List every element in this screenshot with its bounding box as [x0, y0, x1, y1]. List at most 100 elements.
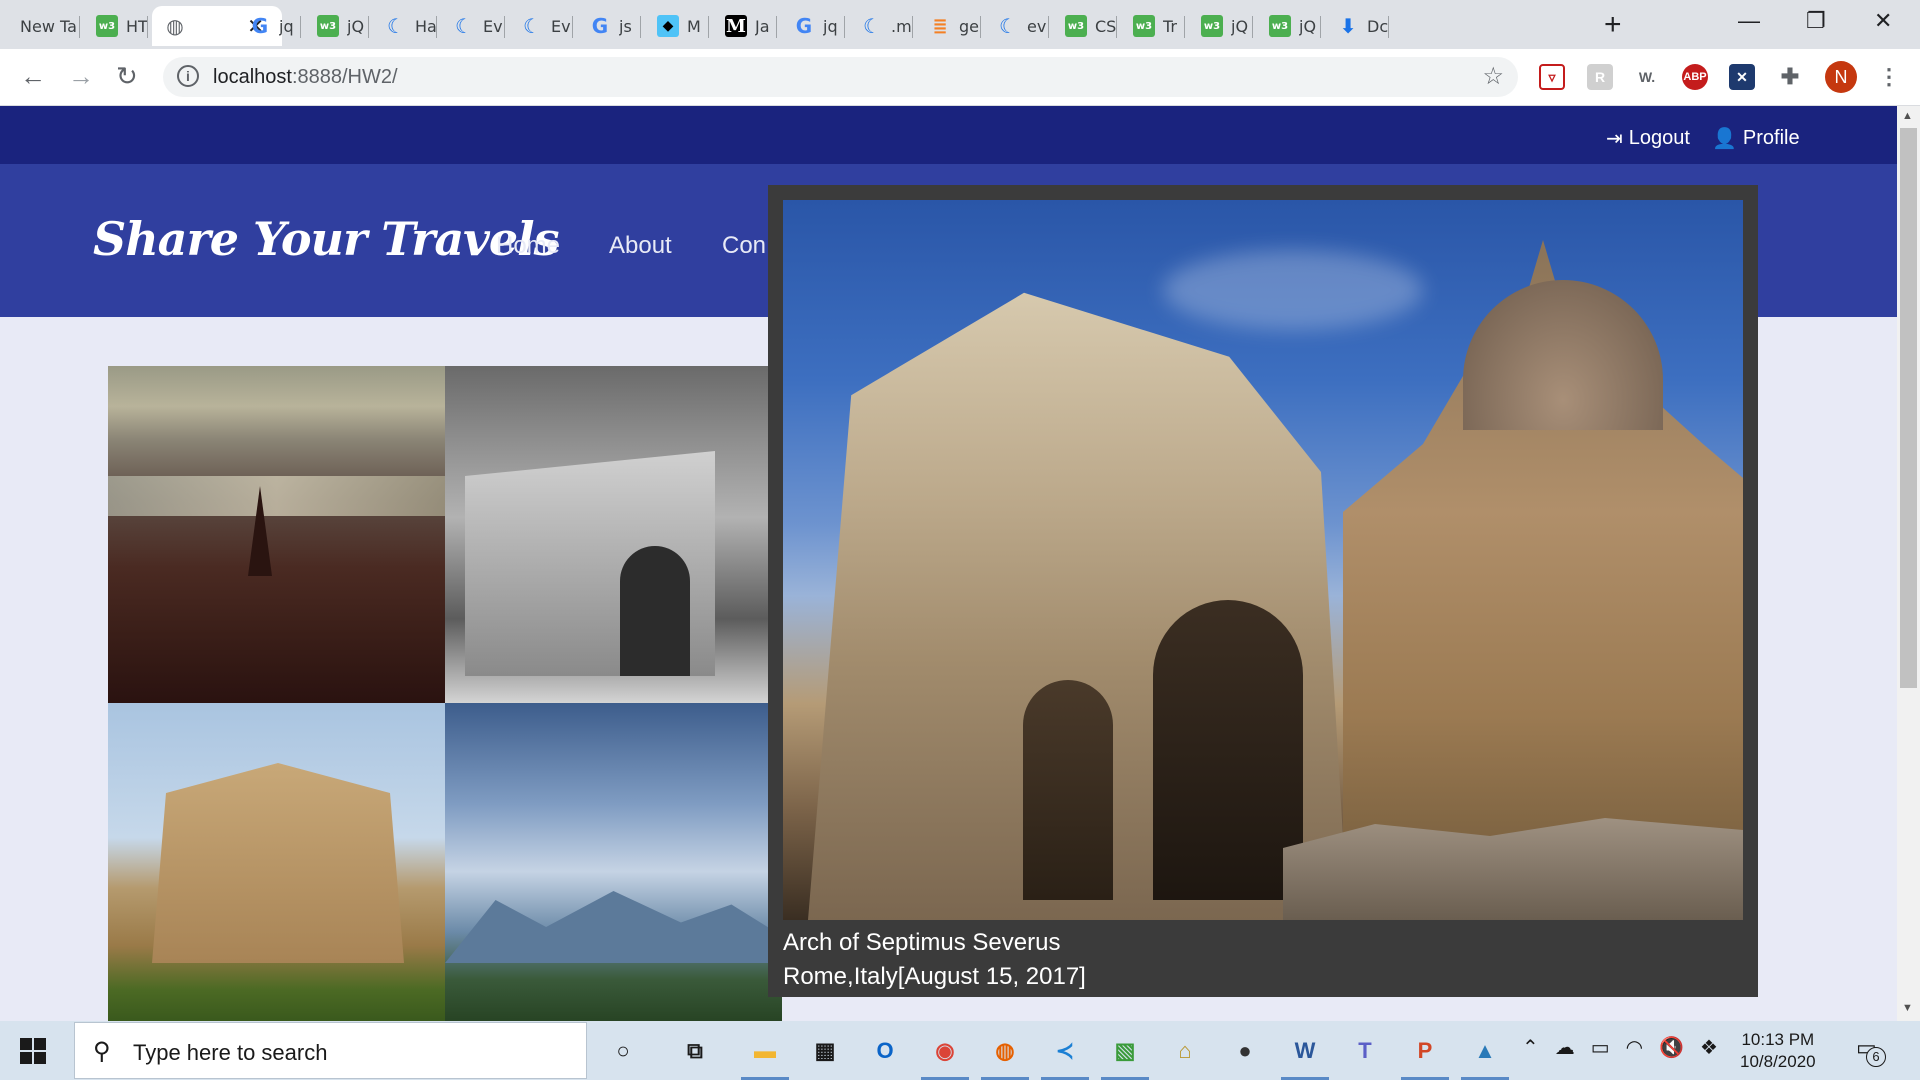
close-window-button[interactable]: ✕	[1874, 8, 1892, 34]
site-brand[interactable]: Share Your Travels	[93, 212, 559, 266]
windows-start-icon[interactable]	[20, 1038, 46, 1064]
browser-tab[interactable]: M Ja	[713, 6, 777, 46]
lightbox-popup[interactable]: Arch of Septimus Severus Rome,Italy[Augu…	[768, 185, 1758, 997]
tab-separator	[572, 16, 573, 38]
cortana-icon[interactable]: ○	[605, 1033, 641, 1069]
hat-icon: ◆	[657, 15, 679, 37]
web-page: ⇥ Logout 👤 Profile Share Your Travels Ho…	[0, 106, 1897, 1021]
browser-tab[interactable]: ☾ Ha	[373, 6, 437, 46]
google-icon: G	[591, 14, 609, 38]
tray-cloud-icon[interactable]: ☁	[1555, 1035, 1575, 1060]
tray-wifi-icon[interactable]: ◠	[1626, 1035, 1643, 1060]
tab-separator	[147, 16, 148, 38]
scroll-up-arrow-icon[interactable]: ▲	[1902, 110, 1913, 122]
browser-tab-strip: New Ta w3 HT ◍ ✕ Gjq w3 jQ ☾ Ha ☾ Ev ☾ Ev Gjs ◆ M M Ja Gjq ☾…	[0, 0, 1920, 49]
browser-tab[interactable]: Gjq	[237, 6, 301, 46]
outlook-icon[interactable]: O	[867, 1033, 903, 1069]
browser-tab[interactable]: New Ta	[8, 6, 80, 46]
gallery-thumbnail-city[interactable]	[108, 366, 445, 703]
browser-tab[interactable]: w3 jQ	[305, 6, 369, 46]
tab-label: jq	[823, 16, 838, 36]
gallery-thumbnail-arch[interactable]	[445, 366, 782, 703]
lock-app-icon[interactable]: ⌂	[1167, 1033, 1203, 1069]
photo-app-icon[interactable]: ▧	[1107, 1033, 1143, 1069]
user-icon: 👤	[1712, 128, 1737, 150]
browser-tab[interactable]: w3 CS	[1053, 6, 1117, 46]
firefox-icon[interactable]: ◍	[987, 1033, 1023, 1069]
tray-volume-icon[interactable]: 🔇	[1659, 1035, 1684, 1060]
browser-menu-icon[interactable]: ⋮	[1876, 64, 1902, 90]
file-explorer-icon[interactable]: ▬	[747, 1033, 783, 1069]
browser-tab[interactable]: ☾ Ev	[441, 6, 505, 46]
extensions-puzzle-icon[interactable]: ✚	[1777, 64, 1803, 90]
browser-tab[interactable]: ☾ .m	[849, 6, 913, 46]
gallery-thumbnail-temple[interactable]	[108, 703, 445, 1021]
vscode-icon[interactable]: ≺	[1047, 1033, 1083, 1069]
tab-separator	[776, 16, 777, 38]
tab-label: Ja	[755, 16, 770, 36]
tray-dropbox-icon[interactable]: ❖	[1700, 1035, 1718, 1060]
gallery-thumbnail-mountains[interactable]	[445, 703, 782, 1021]
tray-chevron-icon[interactable]: ⌃	[1522, 1035, 1539, 1060]
browser-tab[interactable]: ☾ ev	[985, 6, 1049, 46]
nav-about[interactable]: About	[609, 232, 672, 260]
browser-tab[interactable]: Gjq	[781, 6, 845, 46]
browser-tab[interactable]: w3 HT	[84, 6, 148, 46]
dome-shape	[1463, 280, 1663, 430]
notification-center-icon[interactable]: ▭ 6	[1856, 1035, 1886, 1067]
globe-icon: ◍	[166, 14, 184, 38]
back-arrow-icon[interactable]: ←	[20, 61, 46, 91]
teams-icon[interactable]: T	[1347, 1033, 1383, 1069]
reload-icon[interactable]: ↻	[116, 61, 138, 91]
url-text[interactable]: localhost:8888/HW2/	[213, 66, 398, 89]
forward-arrow-icon[interactable]: →	[68, 61, 94, 91]
powerpoint-icon[interactable]: P	[1407, 1033, 1443, 1069]
thumb-temple-shape	[152, 763, 404, 963]
browser-tab[interactable]: ⬇ Dc	[1325, 6, 1389, 46]
wappalyzer-extension-icon[interactable]: W.	[1634, 64, 1660, 90]
tab-label: jQ	[1231, 16, 1249, 36]
profile-avatar[interactable]: N	[1825, 61, 1857, 93]
devtools-extension-icon[interactable]: ✕	[1729, 64, 1755, 90]
tray-battery-icon[interactable]: ▭	[1591, 1035, 1610, 1060]
bookmark-star-icon[interactable]: ☆	[1482, 62, 1504, 91]
lightbox-location-date: Rome,Italy[August 15, 2017]	[783, 963, 1086, 990]
store-icon[interactable]: ▦	[807, 1033, 843, 1069]
tab-label: jq	[279, 16, 294, 36]
chrome-icon[interactable]: ◉	[927, 1033, 963, 1069]
task-view-icon[interactable]: ⧉	[677, 1033, 713, 1069]
url-omnibox[interactable]: i localhost:8888/HW2/ ☆	[163, 57, 1518, 97]
browser-tab[interactable]: w3 jQ	[1257, 6, 1321, 46]
reader-extension-icon[interactable]: R	[1587, 64, 1613, 90]
pocket-extension-icon[interactable]: ▿	[1539, 64, 1565, 90]
profile-link[interactable]: 👤 Profile	[1712, 126, 1800, 151]
restore-button[interactable]: ❐	[1806, 8, 1826, 34]
nav-home[interactable]: Home	[496, 232, 560, 260]
site-info-icon[interactable]: i	[177, 65, 199, 87]
taskbar-clock[interactable]: 10:13 PM 10/8/2020	[1740, 1029, 1816, 1073]
minimize-button[interactable]: —	[1738, 8, 1760, 34]
browser-tab[interactable]: ≣ ge	[917, 6, 981, 46]
tab-label: HT	[126, 16, 148, 36]
new-tab-button[interactable]: +	[1604, 10, 1622, 40]
github-icon[interactable]: ●	[1227, 1033, 1263, 1069]
taskbar-search-box[interactable]: ⚲ Type here to search	[74, 1022, 587, 1079]
w3schools-icon: w3	[1133, 15, 1155, 37]
scrollbar-thumb[interactable]	[1900, 128, 1917, 688]
browser-tab[interactable]: Gjs	[577, 6, 641, 46]
photos-icon[interactable]: ▲	[1467, 1033, 1503, 1069]
page-scrollbar[interactable]: ▲ ▼	[1897, 106, 1920, 1021]
logout-link[interactable]: ⇥ Logout	[1606, 126, 1690, 151]
word-icon[interactable]: W	[1287, 1033, 1323, 1069]
clock-date: 10/8/2020	[1740, 1052, 1816, 1071]
logout-icon: ⇥	[1606, 128, 1623, 150]
browser-tab[interactable]: ☾ Ev	[509, 6, 573, 46]
adblock-extension-icon[interactable]: ABP	[1682, 64, 1708, 90]
browser-tab[interactable]: w3 jQ	[1189, 6, 1253, 46]
tab-separator	[1184, 16, 1185, 38]
nav-contact[interactable]: Con	[722, 232, 766, 260]
scroll-down-arrow-icon[interactable]: ▼	[1902, 1002, 1913, 1014]
tab-label: Ev	[483, 16, 503, 36]
browser-tab[interactable]: w3 Tr	[1121, 6, 1185, 46]
browser-tab[interactable]: ◆ M	[645, 6, 709, 46]
